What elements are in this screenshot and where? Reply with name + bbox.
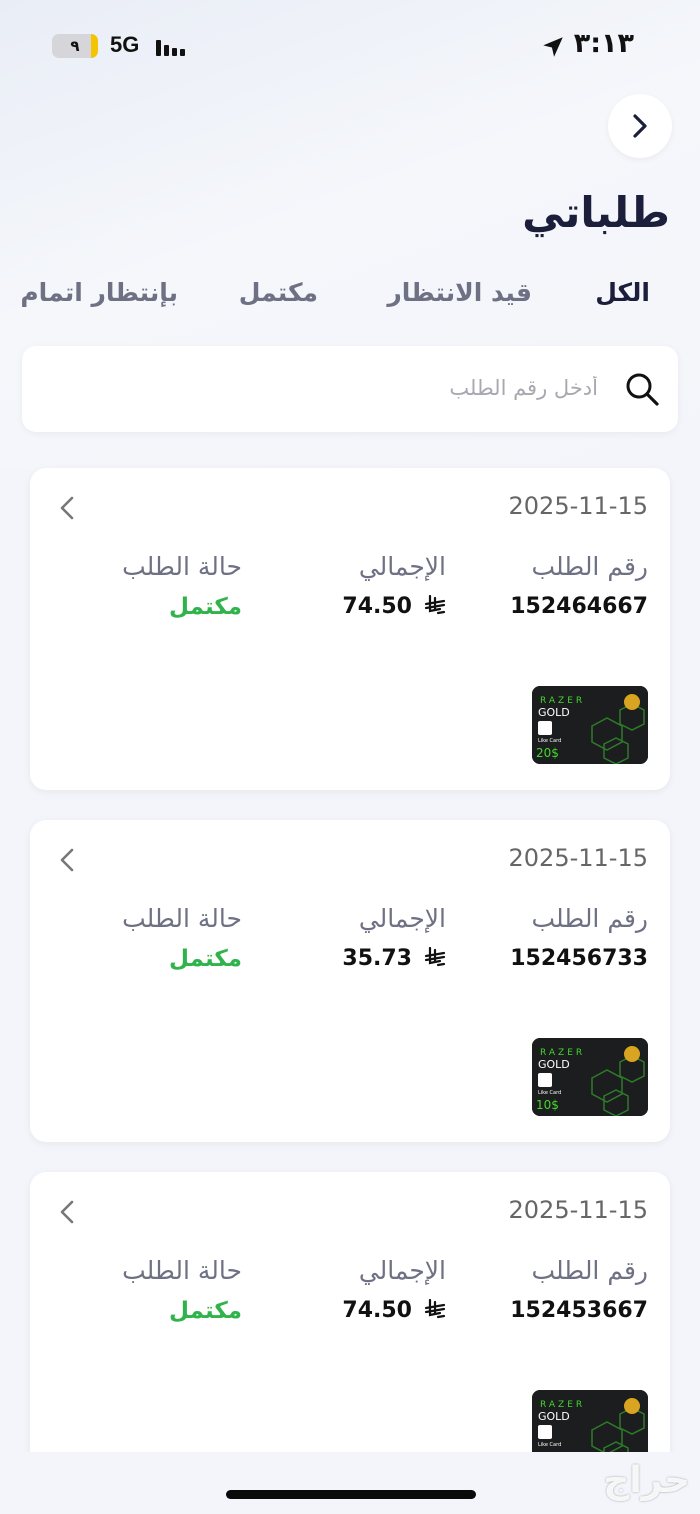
order-status-value: مكتمل xyxy=(169,594,242,620)
product-line: GOLD xyxy=(538,706,570,719)
total-label: الإجمالي xyxy=(358,1256,446,1285)
order-total-value: 74.50 xyxy=(342,594,412,619)
riyal-currency-icon xyxy=(424,947,446,967)
product-line: GOLD xyxy=(538,1410,570,1423)
order-total: 35.73 xyxy=(342,946,446,971)
order-number-value: 152464667 xyxy=(510,594,648,619)
order-status-value: مكتمل xyxy=(169,1298,242,1324)
order-total: 74.50 xyxy=(342,1298,446,1323)
order-total-value: 35.73 xyxy=(342,946,412,971)
riyal-currency-icon xyxy=(424,595,446,615)
total-label: الإجمالي xyxy=(358,552,446,581)
order-number-value: 152456733 xyxy=(510,946,648,971)
product-amount: 10$ xyxy=(536,1098,559,1112)
chevron-left-icon[interactable] xyxy=(56,846,78,874)
order-number-value: 152453667 xyxy=(510,1298,648,1323)
product-thumbnail: RAZER GOLD Like Card xyxy=(532,1390,648,1452)
chevron-left-icon[interactable] xyxy=(56,494,78,522)
order-date: 2025-11-15 xyxy=(508,844,648,872)
watermark-logo: حراج xyxy=(603,1460,690,1501)
order-card[interactable]: 2025-11-15 رقم الطلب الإجمالي حالة الطلب… xyxy=(30,820,670,1142)
order-total: 74.50 xyxy=(342,594,446,619)
product-amount: 20$ xyxy=(536,746,559,760)
status-label: حالة الطلب xyxy=(122,552,242,581)
order-total-value: 74.50 xyxy=(342,1298,412,1323)
order-date: 2025-11-15 xyxy=(508,1196,648,1224)
product-vendor: Like Card xyxy=(538,1090,561,1096)
product-brand: RAZER xyxy=(540,696,585,706)
product-thumbnail: RAZER GOLD Like Card 10$ xyxy=(532,1038,648,1116)
product-vendor: Like Card xyxy=(538,738,561,744)
order-date: 2025-11-15 xyxy=(508,492,648,520)
order-number-label: رقم الطلب xyxy=(531,1256,648,1285)
orders-list: 2025-11-15 رقم الطلب الإجمالي حالة الطلب… xyxy=(0,0,700,1452)
status-label: حالة الطلب xyxy=(122,904,242,933)
order-number-label: رقم الطلب xyxy=(531,552,648,581)
product-thumbnail: RAZER GOLD Like Card 20$ xyxy=(532,686,648,764)
status-label: حالة الطلب xyxy=(122,1256,242,1285)
order-status-value: مكتمل xyxy=(169,946,242,972)
product-line: GOLD xyxy=(538,1058,570,1071)
home-indicator[interactable] xyxy=(226,1490,476,1499)
product-vendor: Like Card xyxy=(538,1442,561,1448)
order-card[interactable]: 2025-11-15 رقم الطلب الإجمالي حالة الطلب… xyxy=(30,468,670,790)
order-card[interactable]: 2025-11-15 رقم الطلب الإجمالي حالة الطلب… xyxy=(30,1172,670,1452)
product-brand: RAZER xyxy=(540,1048,585,1058)
order-number-label: رقم الطلب xyxy=(531,904,648,933)
total-label: الإجمالي xyxy=(358,904,446,933)
riyal-currency-icon xyxy=(424,1299,446,1319)
product-brand: RAZER xyxy=(540,1400,585,1410)
chevron-left-icon[interactable] xyxy=(56,1198,78,1226)
